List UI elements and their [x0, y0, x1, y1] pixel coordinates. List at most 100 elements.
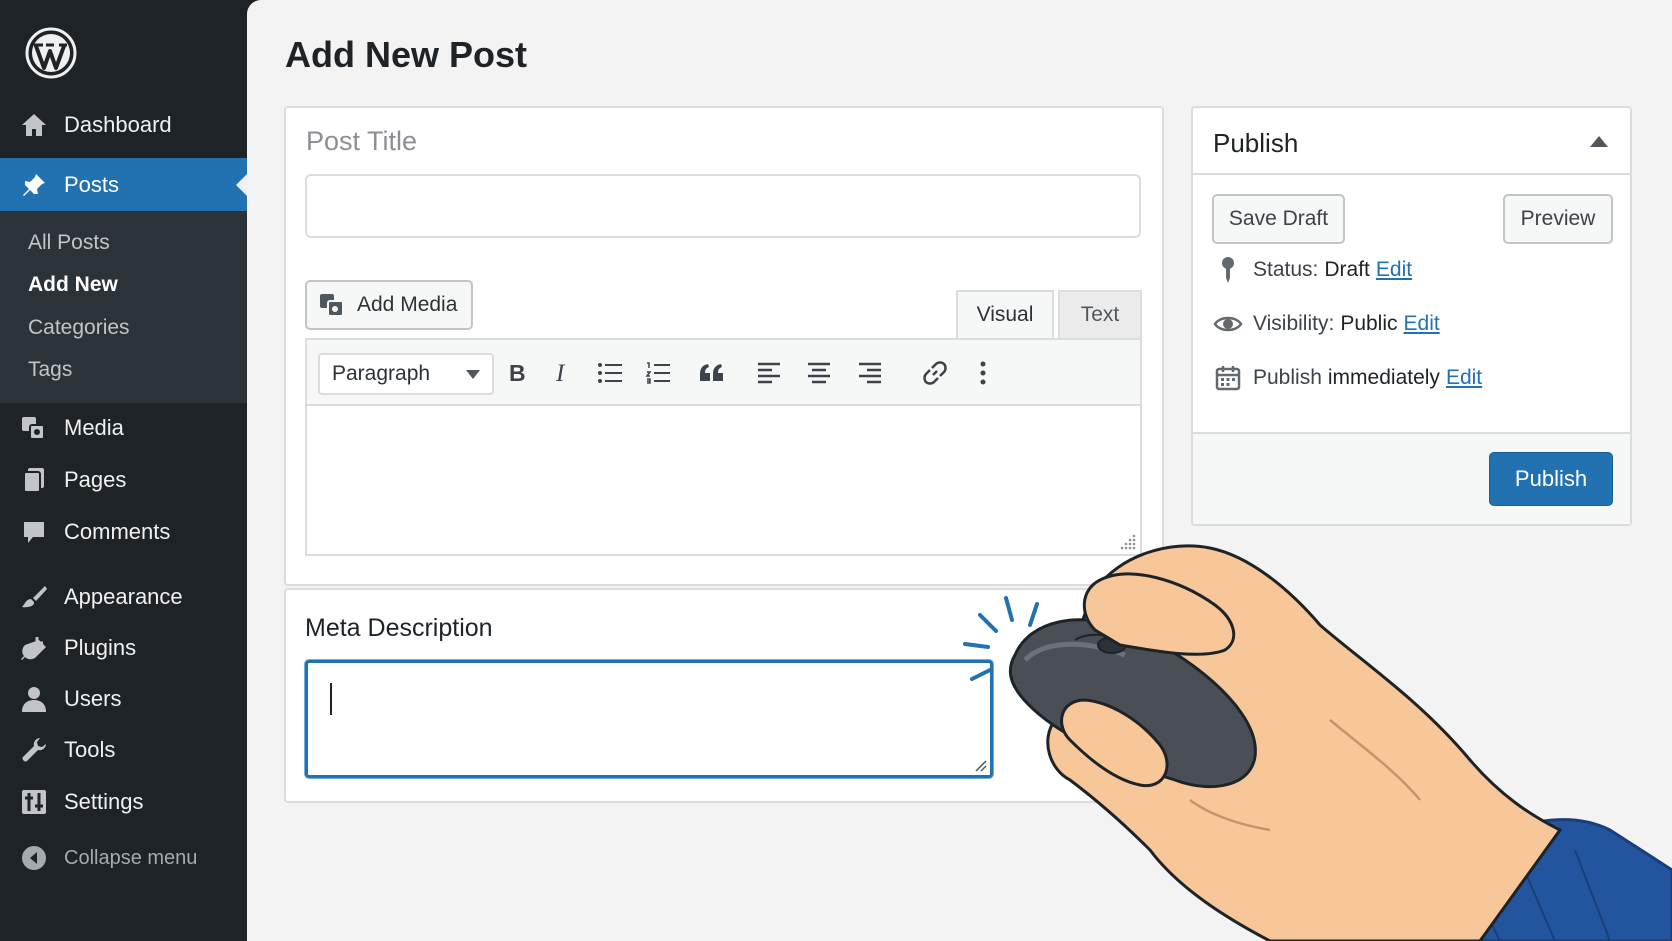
status-row: Status: Draft Edit	[1213, 254, 1412, 286]
sidebar-item-settings[interactable]: Settings	[0, 780, 247, 824]
sidebar-item-label: Users	[64, 686, 122, 711]
tab-text[interactable]: Text	[1058, 290, 1142, 338]
add-media-label: Add Media	[357, 293, 458, 316]
comments-icon	[19, 517, 49, 547]
sidebar-item-plugins[interactable]: Plugins	[0, 626, 247, 670]
pin-icon	[19, 170, 49, 200]
status-label: Status:	[1253, 258, 1319, 281]
sidebar-item-posts[interactable]: Posts	[0, 158, 247, 211]
editor-toolbar: Paragraph B I	[305, 338, 1142, 406]
blockquote-button[interactable]	[695, 356, 729, 390]
post-title-label: Post Title	[306, 126, 418, 156]
format-select-value: Paragraph	[332, 362, 431, 385]
link-icon	[923, 361, 947, 385]
calendar-icon	[1213, 365, 1243, 391]
meta-description-label: Meta Description	[305, 614, 493, 642]
sidebar-item-label: Posts	[64, 171, 120, 197]
sidebar-item-label: Dashboard	[64, 112, 172, 137]
post-editor-box: Post Title Add Media Visual Text Paragra…	[284, 106, 1164, 586]
tab-visual[interactable]: Visual	[956, 290, 1054, 338]
numbered-list-icon	[645, 362, 670, 384]
schedule-value: immediately	[1327, 366, 1440, 389]
bold-icon: B	[509, 361, 526, 385]
publish-box-header[interactable]: Publish	[1193, 108, 1630, 175]
visibility-edit-link[interactable]: Edit	[1404, 312, 1440, 336]
align-right-button[interactable]	[853, 356, 887, 390]
publish-box-footer: Publish	[1193, 432, 1630, 524]
align-left-button[interactable]	[752, 356, 786, 390]
sidebar-item-label: Tools	[64, 737, 116, 762]
posts-submenu: All Posts Add New Categories Tags	[0, 211, 247, 403]
sidebar-item-label: Pages	[64, 467, 127, 492]
publish-button[interactable]: Publish	[1489, 452, 1613, 506]
insert-link-button[interactable]	[918, 356, 952, 390]
sidebar-item-comments[interactable]: Comments	[0, 510, 247, 554]
publish-box-title: Publish	[1213, 128, 1299, 158]
main-content: Add New Post Post Title Add Media Visual…	[247, 0, 1672, 941]
align-right-icon	[859, 362, 881, 384]
wrench-icon	[19, 735, 49, 765]
chevron-up-icon[interactable]	[1590, 136, 1608, 147]
schedule-row: Publish immediately Edit	[1213, 362, 1482, 394]
meta-description-input[interactable]	[305, 660, 993, 778]
sidebar-item-label: Appearance	[64, 584, 183, 609]
text-cursor	[330, 683, 332, 715]
post-content-editor[interactable]	[305, 406, 1142, 556]
settings-icon	[19, 787, 49, 817]
collapse-menu-button[interactable]: Collapse menu	[0, 836, 247, 880]
submenu-item-categories[interactable]: Categories	[28, 316, 130, 340]
format-select[interactable]: Paragraph	[318, 353, 494, 395]
meta-description-box: Meta Description	[284, 588, 1164, 803]
blockquote-icon	[700, 364, 723, 381]
bulleted-list-icon	[598, 363, 622, 383]
post-title-input[interactable]	[305, 174, 1141, 238]
collapse-arrow-icon	[19, 843, 49, 873]
user-icon	[19, 684, 49, 714]
more-options-button[interactable]	[966, 356, 1000, 390]
resize-handle-icon[interactable]	[973, 758, 987, 772]
sidebar-item-label: Settings	[64, 789, 144, 814]
bold-button[interactable]: B	[500, 356, 534, 390]
pages-icon	[19, 465, 49, 495]
sidebar-item-appearance[interactable]: Appearance	[0, 575, 247, 619]
brush-icon	[19, 582, 49, 612]
resize-handle-icon[interactable]	[1117, 533, 1137, 553]
status-value: Draft	[1324, 258, 1370, 281]
wordpress-logo-icon[interactable]	[24, 26, 78, 80]
pin-icon	[1213, 256, 1243, 284]
sidebar-item-pages[interactable]: Pages	[0, 458, 247, 502]
sidebar-item-label: Plugins	[64, 635, 137, 660]
add-media-icon	[319, 292, 347, 318]
sidebar-item-media[interactable]: Media	[0, 406, 247, 450]
admin-sidebar: Dashboard Posts All Posts Add New Catego…	[0, 0, 247, 941]
plugin-icon	[19, 633, 49, 663]
italic-icon: I	[555, 361, 566, 385]
eye-icon	[1213, 314, 1243, 334]
page-title: Add New Post	[285, 34, 528, 75]
schedule-label: Publish	[1253, 366, 1322, 389]
visibility-label: Visibility:	[1253, 312, 1335, 335]
more-options-icon	[980, 361, 986, 385]
align-center-icon	[808, 362, 830, 384]
align-left-icon	[758, 362, 780, 384]
align-center-button[interactable]	[802, 356, 836, 390]
visibility-value: Public	[1340, 312, 1398, 335]
submenu-item-all-posts[interactable]: All Posts	[28, 231, 110, 255]
preview-button[interactable]: Preview	[1503, 194, 1613, 244]
save-draft-button[interactable]: Save Draft	[1212, 194, 1345, 244]
status-edit-link[interactable]: Edit	[1376, 258, 1412, 282]
submenu-item-add-new[interactable]: Add New	[28, 273, 118, 297]
chevron-down-icon	[466, 370, 480, 379]
sidebar-item-tools[interactable]: Tools	[0, 728, 247, 772]
sidebar-item-users[interactable]: Users	[0, 677, 247, 721]
bulleted-list-button[interactable]	[593, 356, 627, 390]
schedule-edit-link[interactable]: Edit	[1446, 366, 1482, 390]
media-icon	[19, 413, 49, 443]
add-media-button[interactable]: Add Media	[305, 280, 473, 330]
italic-button[interactable]: I	[546, 356, 580, 390]
sidebar-item-dashboard[interactable]: Dashboard	[0, 103, 247, 147]
submenu-item-tags[interactable]: Tags	[28, 358, 72, 382]
collapse-menu-label: Collapse menu	[64, 846, 198, 869]
numbered-list-button[interactable]	[641, 356, 675, 390]
visibility-row: Visibility: Public Edit	[1213, 308, 1440, 340]
